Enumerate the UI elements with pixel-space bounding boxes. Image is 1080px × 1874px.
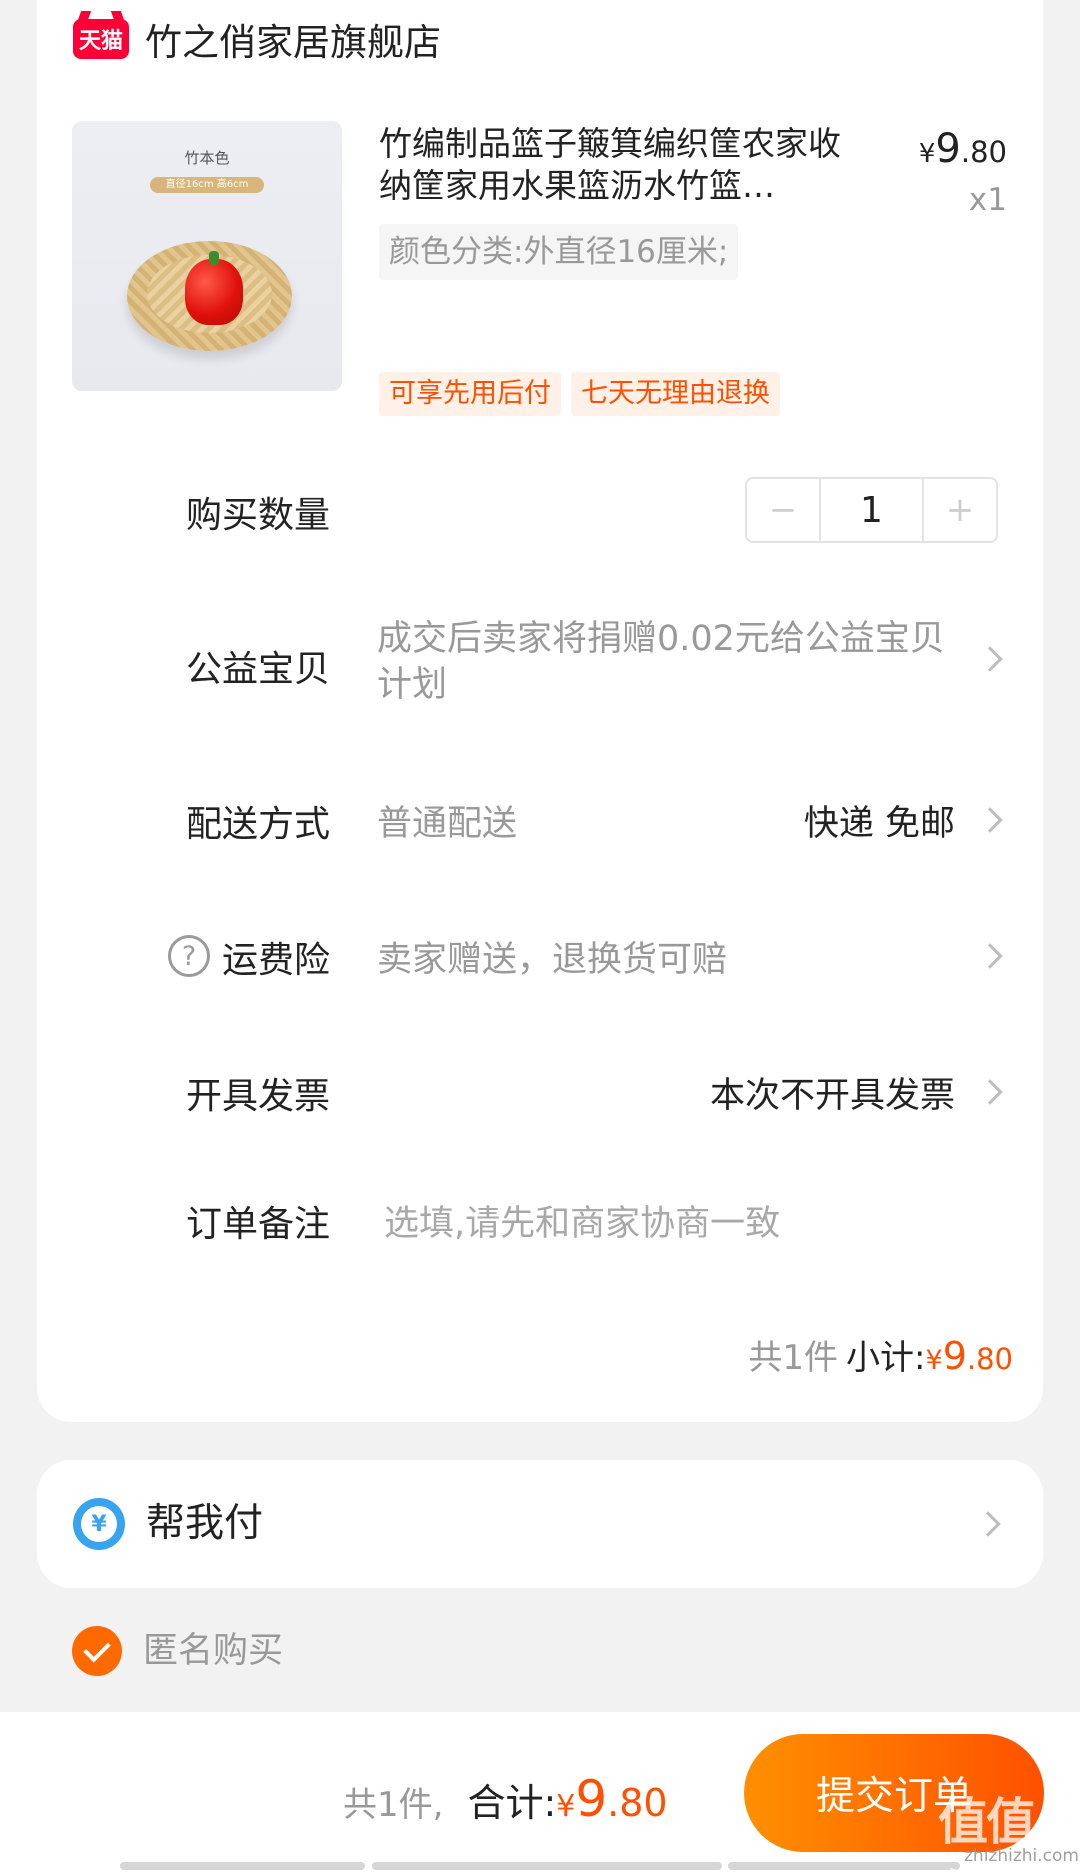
product-image-label: 竹本色 bbox=[184, 149, 230, 167]
subtotal-label: 小计: bbox=[846, 1338, 926, 1378]
minus-button[interactable]: − bbox=[747, 479, 819, 541]
chevron-right-icon bbox=[977, 943, 1003, 969]
help-pay-icon: ¥ bbox=[73, 1498, 125, 1550]
tmall-logo-text: 天猫 bbox=[78, 29, 123, 54]
chevron-right-icon bbox=[977, 807, 1003, 833]
total-count: 共1件, bbox=[343, 1785, 444, 1825]
delivery-method: 快递 免邮 bbox=[803, 804, 955, 844]
subtotal: 共1件 小计:¥9.80 bbox=[748, 1330, 1013, 1379]
note-input[interactable]: 选填,请先和商家协商一致 bbox=[384, 1195, 780, 1246]
insurance-value: 卖家赠送，退换货可赔 bbox=[377, 940, 728, 980]
charity-value: 成交后卖家将捐赠0.02元给公益宝贝计划 bbox=[377, 619, 945, 705]
total-amount: ¥9.80 bbox=[556, 1770, 668, 1828]
chevron-right-icon bbox=[977, 646, 1003, 672]
insurance-label: 运费险 bbox=[221, 940, 330, 981]
invoice-label: 开具发票 bbox=[185, 1076, 330, 1117]
order-note-row[interactable]: 订单备注 选填,请先和商家协商一致 bbox=[37, 1195, 1043, 1245]
product-title[interactable]: 竹编制品篮子簸箕编织筐农家收纳筐家用水果篮沥水竹篮… bbox=[379, 123, 849, 207]
invoice-value: 本次不开具发票 bbox=[709, 1076, 955, 1116]
store-header[interactable]: 天猫 竹之俏家居旗舰店 bbox=[73, 14, 441, 64]
total-label: 合计: bbox=[467, 1781, 557, 1825]
chevron-right-icon bbox=[977, 1079, 1003, 1105]
anonymous-checkbox[interactable] bbox=[72, 1626, 122, 1676]
quantity-label: 购买数量 bbox=[185, 495, 330, 536]
bottom-bar: 共1件, 合计:¥9.80 提交订单 bbox=[0, 1712, 1080, 1874]
product-image-size: 直径16cm 高6cm bbox=[150, 177, 264, 193]
product-sku[interactable]: 颜色分类:外直径16厘米; bbox=[379, 224, 739, 280]
quantity-value[interactable]: 1 bbox=[819, 479, 924, 541]
subtotal-amount: ¥9.80 bbox=[925, 1334, 1014, 1378]
order-total: 共1件, 合计:¥9.80 bbox=[343, 1770, 668, 1828]
help-pay-card[interactable]: ¥ 帮我付 bbox=[37, 1460, 1043, 1588]
tmall-logo: 天猫 bbox=[73, 19, 129, 59]
tag-pay-later: 可享先用后付 bbox=[379, 372, 561, 416]
plus-button[interactable]: + bbox=[924, 479, 996, 541]
service-tags: 可享先用后付 七天无理由退换 bbox=[379, 372, 780, 416]
basket-graphic bbox=[127, 241, 292, 351]
product-image[interactable]: 竹本色 直径16cm 高6cm bbox=[72, 121, 342, 391]
anonymous-label[interactable]: 匿名购买 bbox=[143, 1628, 283, 1674]
order-card: 天猫 竹之俏家居旗舰店 竹本色 直径16cm 高6cm 竹编制品篮子簸箕编织筐农… bbox=[37, 0, 1043, 1422]
subtotal-count: 共1件 bbox=[748, 1338, 839, 1378]
charity-row[interactable]: 公益宝贝 成交后卖家将捐赠0.02元给公益宝贝计划 bbox=[37, 610, 1043, 710]
note-label: 订单备注 bbox=[185, 1204, 330, 1245]
delivery-row[interactable]: 配送方式 普通配送 快递 免邮 bbox=[37, 795, 1043, 845]
shipping-insurance-row[interactable]: 运费险 卖家赠送，退换货可赔 bbox=[37, 931, 1043, 981]
pepper-graphic bbox=[185, 251, 243, 325]
product-price: ¥9.80 bbox=[918, 126, 1007, 172]
tag-seven-day-return: 七天无理由退换 bbox=[571, 372, 780, 416]
store-name[interactable]: 竹之俏家居旗舰店 bbox=[145, 12, 441, 66]
help-pay-label: 帮我付 bbox=[146, 1501, 264, 1546]
home-indicator bbox=[120, 1862, 365, 1870]
delivery-value: 普通配送 bbox=[377, 804, 518, 844]
charity-label: 公益宝贝 bbox=[185, 649, 330, 690]
invoice-row[interactable]: 开具发票 本次不开具发票 bbox=[37, 1067, 1043, 1117]
home-indicator bbox=[372, 1862, 722, 1870]
chevron-right-icon bbox=[975, 1511, 1001, 1537]
watermark-url: zhizhizhi.com bbox=[964, 1846, 1079, 1866]
delivery-label: 配送方式 bbox=[185, 804, 330, 845]
product-quantity: x1 bbox=[968, 182, 1007, 218]
home-indicator bbox=[728, 1862, 960, 1870]
quantity-stepper[interactable]: − 1 + bbox=[745, 477, 998, 543]
